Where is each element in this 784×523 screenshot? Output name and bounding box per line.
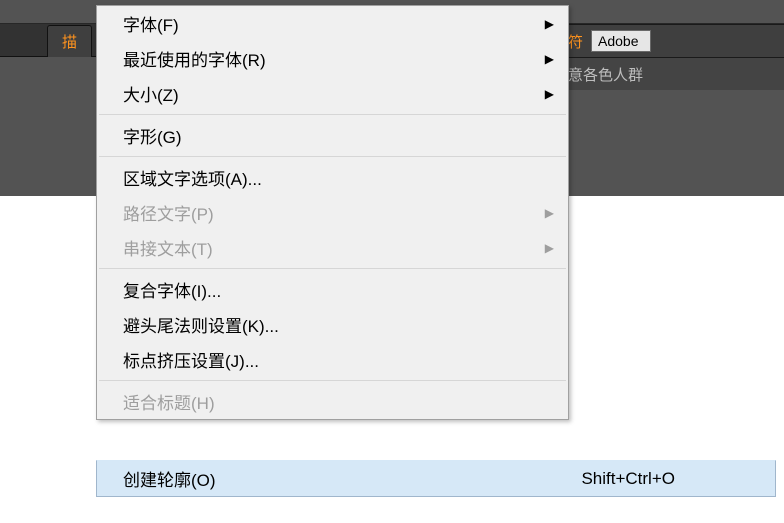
menu-item-label: 标点挤压设置(J)... — [123, 347, 542, 372]
menu-item[interactable]: 复合字体(I)... — [97, 272, 568, 307]
active-tab[interactable]: 描 — [47, 25, 92, 57]
submenu-arrow-icon: ▶ — [545, 87, 554, 101]
menu-item: 路径文字(P)▶ — [97, 195, 568, 230]
menu-item[interactable]: 字体(F)▶ — [97, 6, 568, 41]
menu-item-label: 字体(F) — [123, 11, 542, 36]
menu-item-create-outlines[interactable]: 创建轮廓(O) Shift+Ctrl+O — [96, 460, 776, 497]
font-family-dropdown[interactable]: Adobe — [591, 30, 651, 52]
menu-item: 适合标题(H) — [97, 384, 568, 419]
submenu-arrow-icon: ▶ — [545, 52, 554, 66]
menu-item-label: 路径文字(P) — [123, 200, 542, 225]
submenu-arrow-icon: ▶ — [545, 241, 554, 255]
menu-item-label: 适合标题(H) — [123, 389, 542, 414]
menu-item-label: 字形(G) — [123, 123, 542, 148]
menu-item[interactable]: 区域文字选项(A)... — [97, 160, 568, 195]
menu-separator — [99, 114, 566, 115]
menu-item-label: 大小(Z) — [123, 81, 542, 106]
menu-item: 串接文本(T)▶ — [97, 230, 568, 265]
menu-item-label: 创建轮廓(O) — [123, 466, 363, 491]
menu-item-label: 复合字体(I)... — [123, 277, 542, 302]
submenu-arrow-icon: ▶ — [545, 206, 554, 220]
menu-separator — [99, 268, 566, 269]
menu-item[interactable]: 大小(Z)▶ — [97, 76, 568, 111]
menu-item[interactable]: 最近使用的字体(R)▶ — [97, 41, 568, 76]
submenu-arrow-icon: ▶ — [545, 17, 554, 31]
menu-item[interactable]: 标点挤压设置(J)... — [97, 342, 568, 377]
menu-item-label: 区域文字选项(A)... — [123, 165, 542, 190]
font-family-value: Adobe — [598, 33, 638, 49]
menu-separator — [99, 380, 566, 381]
menu-item-label: 避头尾法则设置(K)... — [123, 312, 542, 337]
menu-item-label: 串接文本(T) — [123, 235, 542, 260]
menu-item-shortcut: Shift+Ctrl+O — [581, 469, 675, 489]
menu-item[interactable]: 字形(G) — [97, 118, 568, 153]
type-menu[interactable]: 字体(F)▶最近使用的字体(R)▶大小(Z)▶字形(G)区域文字选项(A)...… — [96, 5, 569, 420]
menu-separator — [99, 156, 566, 157]
menu-item[interactable]: 避头尾法则设置(K)... — [97, 307, 568, 342]
menu-item-label: 最近使用的字体(R) — [123, 46, 542, 71]
tab-label: 描 — [62, 31, 77, 52]
